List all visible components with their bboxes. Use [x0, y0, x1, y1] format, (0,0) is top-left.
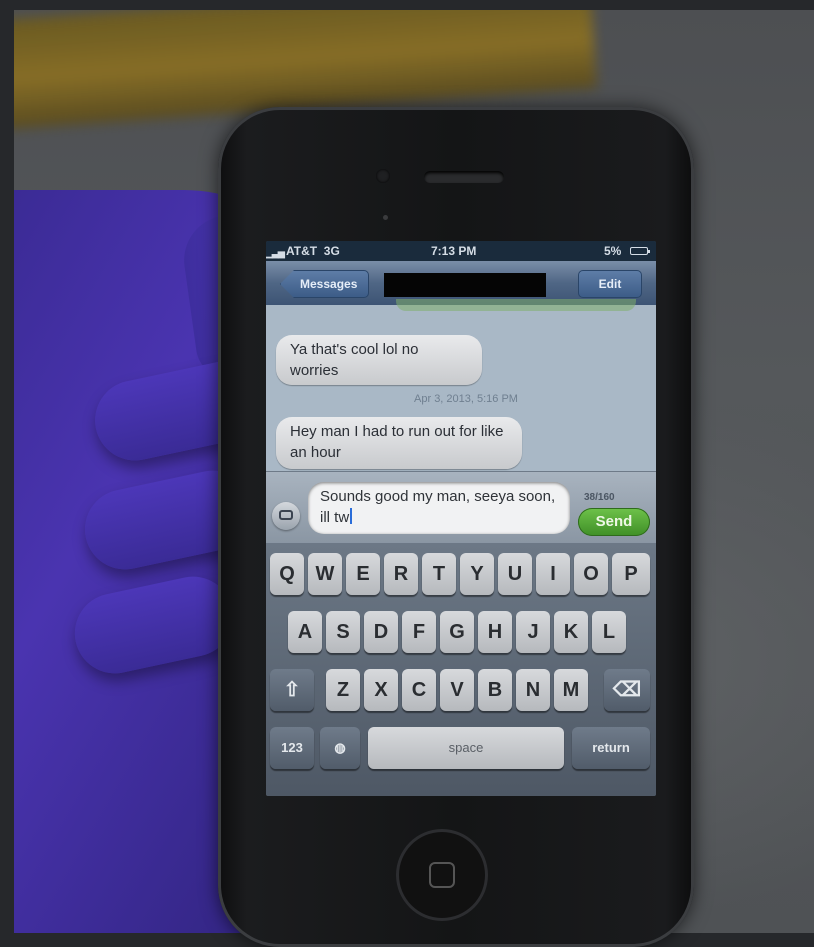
edit-button[interactable]: Edit [578, 270, 642, 298]
delete-icon[interactable]: ⌫ [604, 669, 650, 711]
key-n[interactable]: N [516, 669, 550, 711]
carrier-label: AT&T 3G [286, 244, 340, 258]
numbers-key[interactable]: 123 [270, 727, 314, 769]
iphone-device: ▁▃▅ AT&T 3G 7:13 PM 5% Messages Edit Ya … [218, 107, 694, 947]
key-t[interactable]: T [422, 553, 456, 595]
received-message-bubble: Ya that's cool lol no worries [276, 335, 482, 385]
previous-sent-bubble-edge [396, 299, 636, 311]
key-m[interactable]: M [554, 669, 588, 711]
space-key[interactable]: space [368, 727, 564, 769]
key-e[interactable]: E [346, 553, 380, 595]
key-x[interactable]: X [364, 669, 398, 711]
key-a[interactable]: A [288, 611, 322, 653]
status-time: 7:13 PM [431, 244, 477, 258]
key-o[interactable]: O [574, 553, 608, 595]
redacted-contact-name [384, 273, 546, 297]
home-button[interactable] [396, 829, 488, 921]
globe-icon[interactable]: ◍ [320, 727, 360, 769]
on-screen-keyboard: Q W E R T Y U I O P A S D F G H J K L ⇧ … [266, 543, 656, 796]
text-caret [350, 508, 353, 524]
compose-bar: Sounds good my man, seeya soon, ill tw 3… [266, 471, 656, 544]
key-z[interactable]: Z [326, 669, 360, 711]
return-key[interactable]: return [572, 727, 650, 769]
received-message-bubble: Hey man I had to run out for like an hou… [276, 417, 522, 469]
send-button[interactable]: Send [578, 508, 650, 536]
key-f[interactable]: F [402, 611, 436, 653]
key-r[interactable]: R [384, 553, 418, 595]
battery-icon [630, 247, 650, 255]
key-b[interactable]: B [478, 669, 512, 711]
home-square-icon [429, 862, 455, 888]
key-w[interactable]: W [308, 553, 342, 595]
status-bar: ▁▃▅ AT&T 3G 7:13 PM 5% [266, 241, 656, 261]
proximity-sensor [383, 215, 388, 220]
camera-icon[interactable] [272, 502, 300, 530]
key-u[interactable]: U [498, 553, 532, 595]
conversation-thread[interactable]: Ya that's cool lol no worries Apr 3, 201… [266, 299, 656, 471]
key-h[interactable]: H [478, 611, 512, 653]
key-j[interactable]: J [516, 611, 550, 653]
key-l[interactable]: L [592, 611, 626, 653]
key-q[interactable]: Q [270, 553, 304, 595]
battery-percent: 5% [604, 244, 622, 258]
signal-strength-icon: ▁▃▅ [266, 248, 285, 258]
message-input[interactable]: Sounds good my man, seeya soon, ill tw [308, 482, 570, 534]
key-p[interactable]: P [612, 553, 650, 595]
key-c[interactable]: C [402, 669, 436, 711]
shift-icon[interactable]: ⇧ [270, 669, 314, 711]
key-y[interactable]: Y [460, 553, 494, 595]
character-count: 38/160 [584, 492, 615, 503]
key-k[interactable]: K [554, 611, 588, 653]
front-camera [376, 169, 390, 183]
key-d[interactable]: D [364, 611, 398, 653]
earpiece-speaker [424, 171, 504, 183]
phone-screen: ▁▃▅ AT&T 3G 7:13 PM 5% Messages Edit Ya … [266, 241, 656, 796]
messages-back-button[interactable]: Messages [280, 270, 370, 298]
message-timestamp: Apr 3, 2013, 5:16 PM [414, 393, 518, 405]
key-s[interactable]: S [326, 611, 360, 653]
key-g[interactable]: G [440, 611, 474, 653]
key-v[interactable]: V [440, 669, 474, 711]
key-i[interactable]: I [536, 553, 570, 595]
